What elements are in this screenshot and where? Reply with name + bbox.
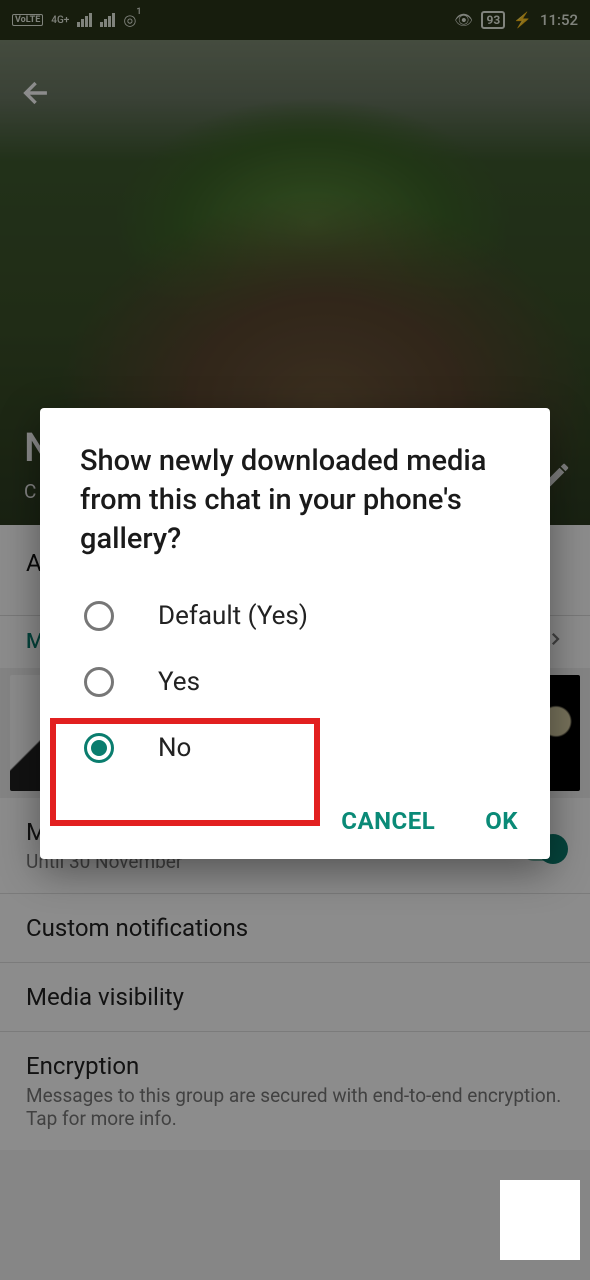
dialog-actions: CANCEL OK	[40, 781, 550, 845]
radio-icon[interactable]	[84, 601, 114, 631]
media-visibility-dialog: Show newly downloaded media from this ch…	[40, 408, 550, 859]
radio-label: Default (Yes)	[158, 601, 308, 631]
radio-option-yes[interactable]: Yes	[40, 649, 550, 715]
radio-option-default[interactable]: Default (Yes)	[40, 583, 550, 649]
cancel-button[interactable]: CANCEL	[341, 807, 435, 835]
radio-option-no[interactable]: No	[40, 715, 550, 781]
dialog-title: Show newly downloaded media from this ch…	[40, 442, 550, 583]
radio-icon[interactable]	[84, 667, 114, 697]
bottom-white-block	[500, 1180, 580, 1260]
ok-button[interactable]: OK	[485, 807, 518, 835]
radio-icon[interactable]	[84, 733, 114, 763]
radio-label: Yes	[158, 667, 200, 697]
radio-label: No	[158, 733, 191, 763]
